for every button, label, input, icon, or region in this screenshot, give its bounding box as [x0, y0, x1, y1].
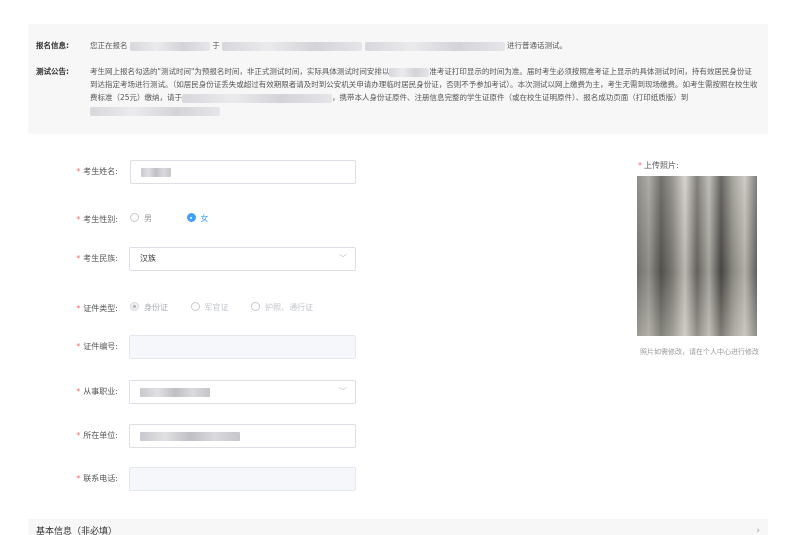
- chevron-down-icon: ﹀: [339, 387, 347, 396]
- id-type-radio-group: 身份证 军官证 护照、通行证: [130, 302, 333, 313]
- ethnicity-select[interactable]: 汉族 ﹀: [129, 247, 356, 271]
- basic-info-collapse[interactable]: 基本信息（非必填） ›: [28, 519, 768, 535]
- applicant-photo: [637, 176, 757, 336]
- gender-radio-male[interactable]: 男: [130, 213, 152, 224]
- redacted-value: [140, 388, 210, 397]
- id-type-radio-idcard[interactable]: 身份证: [130, 302, 168, 313]
- field-gender: * 考生性别: 男 女: [0, 208, 360, 234]
- id-type-radio-passport[interactable]: 护照、通行证: [251, 302, 313, 313]
- basic-info-title: 基本信息（非必填）: [36, 527, 118, 535]
- field-id-number: * 证件编号:: [0, 335, 360, 361]
- id-number-input[interactable]: [129, 335, 356, 359]
- chevron-down-icon: ﹀: [339, 254, 347, 263]
- redacted-text: [389, 67, 430, 77]
- redacted-value: [140, 432, 240, 441]
- radio-icon: [130, 213, 139, 222]
- radio-icon: [190, 302, 200, 311]
- employer-input[interactable]: [129, 424, 356, 448]
- field-phone: * 联系电话:: [0, 467, 360, 493]
- redacted-text: [90, 106, 220, 116]
- name-input[interactable]: [130, 160, 356, 184]
- redacted-text: [364, 41, 505, 51]
- notice-panel: 报名信息: 您正在报名 于 进行普通话测试。 测试公告: 考生网上报名勾选的"测…: [28, 24, 768, 134]
- photo-hint: 照片如需修改，请在个人中心进行修改: [640, 348, 759, 356]
- registration-page: 报名信息: 您正在报名 于 进行普通话测试。 测试公告: 考生网上报名勾选的"测…: [0, 0, 789, 535]
- redacted-text: [129, 41, 210, 51]
- gender-radio-female[interactable]: 女: [186, 213, 209, 224]
- field-id-type: * 证件类型: 身份证 军官证 护照、通行证: [0, 297, 360, 323]
- gender-radio-group: 男 女: [130, 213, 229, 224]
- radio-icon: [251, 302, 261, 311]
- reg-info-text: 您正在报名 于 进行普通话测试。: [90, 41, 567, 51]
- field-occupation: * 从事职业: ﹀: [0, 380, 360, 406]
- phone-input[interactable]: [129, 467, 356, 491]
- announce-text: 考生网上报名勾选的"测试时间"为预报名时间，非正式测试时间，实际具体测试时间安排…: [90, 65, 758, 117]
- photo-label: * 上传照片:: [638, 161, 679, 170]
- radio-checked-icon: [186, 213, 196, 222]
- radio-checked-icon: [130, 302, 139, 311]
- redacted-text: [182, 93, 333, 103]
- chevron-right-icon: ›: [756, 526, 760, 535]
- required-star: *: [76, 167, 81, 176]
- id-type-radio-military[interactable]: 军官证: [190, 302, 229, 313]
- reg-info-label: 报名信息:: [36, 41, 69, 50]
- occupation-select[interactable]: ﹀: [129, 380, 356, 404]
- field-employer: * 所在单位:: [0, 424, 360, 450]
- field-name: * 考生姓名:: [0, 160, 360, 186]
- redacted-value: [141, 168, 171, 177]
- redacted-text: [222, 41, 363, 51]
- field-ethnicity: * 考生民族: 汉族 ﹀: [0, 247, 360, 273]
- announce-label: 测试公告:: [36, 67, 69, 76]
